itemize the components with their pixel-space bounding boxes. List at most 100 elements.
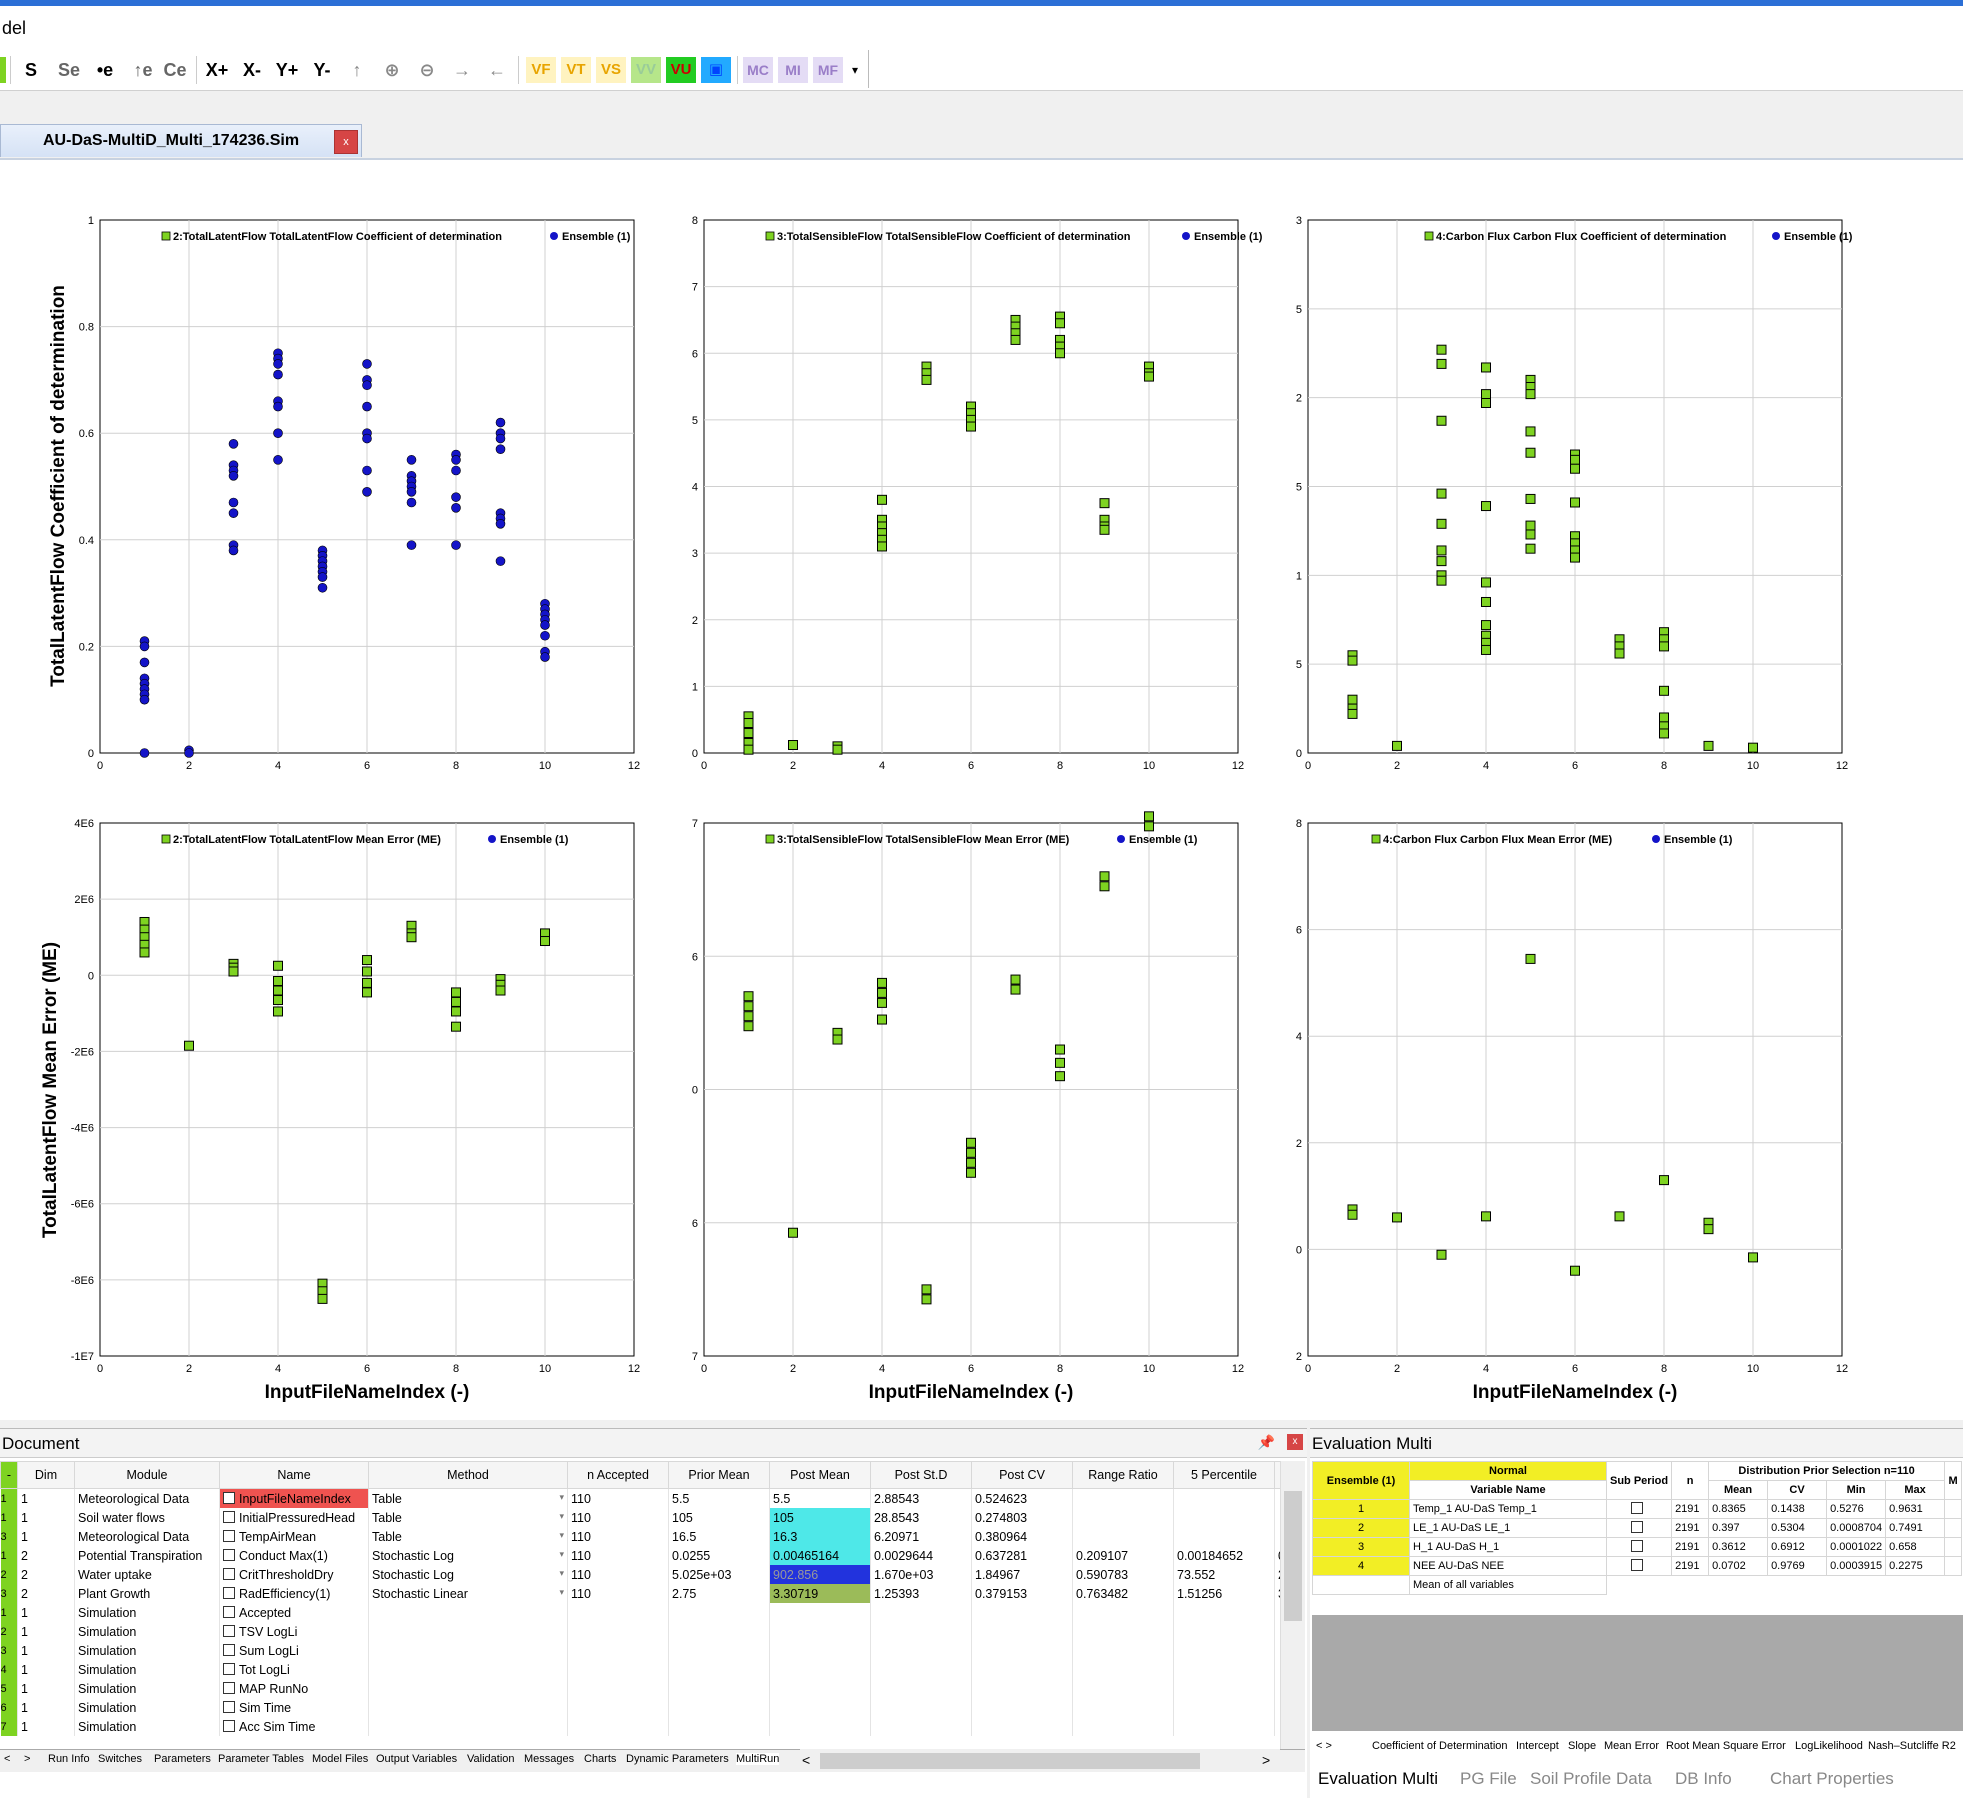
table-row[interactable]: 5 1 Simulation MAP RunNo (0, 1679, 1296, 1698)
module-cell[interactable]: Simulation (74, 1641, 220, 1660)
data-point[interactable] (1099, 881, 1110, 892)
data-point[interactable] (451, 540, 461, 550)
data-point[interactable] (1570, 497, 1580, 508)
vu-button[interactable]: VU (666, 57, 696, 83)
data-point[interactable] (1525, 953, 1536, 964)
eval-mean[interactable]: 0.8365 (1708, 1499, 1769, 1519)
import-icon[interactable]: ← (482, 57, 512, 83)
data-point[interactable] (1748, 1252, 1758, 1263)
data-point[interactable] (966, 421, 976, 432)
data-point[interactable] (139, 657, 150, 668)
eval-cv[interactable]: 0.5304 (1767, 1518, 1828, 1538)
eval-variable-name[interactable]: LE_1 AU-DaS LE_1 (1409, 1518, 1607, 1538)
eval-index[interactable]: 4 (1312, 1556, 1410, 1576)
eval-min[interactable]: 0.5276 (1826, 1499, 1887, 1519)
percentile-cell[interactable] (1173, 1641, 1275, 1660)
data-point[interactable] (877, 541, 887, 552)
prior-mean-cell[interactable]: 0.0255 (668, 1546, 770, 1565)
post-mean-cell[interactable] (769, 1660, 871, 1679)
data-point[interactable] (1055, 348, 1065, 359)
module-cell[interactable]: Simulation (74, 1679, 220, 1698)
col-name[interactable]: Name (219, 1461, 369, 1489)
data-point[interactable] (1436, 344, 1447, 355)
tab-intercept[interactable]: Intercept (1516, 1740, 1559, 1752)
eval-mean[interactable]: 0.3612 (1708, 1537, 1769, 1557)
y-zoom-in-button[interactable]: Y+ (272, 57, 302, 83)
tab-sim-document[interactable]: AU-DaS-MultiD_Multi_174236.Sim x (0, 124, 362, 157)
data-point[interactable] (1144, 371, 1154, 382)
col-module[interactable]: Module (74, 1461, 220, 1489)
data-point[interactable] (362, 401, 372, 412)
tab-parameters[interactable]: Parameters (154, 1753, 211, 1765)
data-point[interactable] (1144, 821, 1154, 832)
prior-mean-cell[interactable]: 105 (668, 1508, 770, 1527)
post-std-cell[interactable] (870, 1622, 972, 1641)
dim-cell[interactable]: 2 (17, 1546, 75, 1565)
col-post-std[interactable]: Post St.D (870, 1461, 972, 1489)
data-point[interactable] (273, 985, 283, 996)
tool-se-button[interactable]: Se (54, 57, 84, 83)
data-point[interactable] (1525, 389, 1536, 400)
module-cell[interactable]: Simulation (74, 1660, 220, 1679)
eval-mean[interactable]: 0.397 (1708, 1518, 1769, 1538)
n-accepted-cell[interactable] (567, 1622, 669, 1641)
data-point[interactable] (743, 728, 754, 739)
tab-nash-sutcliffe[interactable]: Nash–Sutcliffe R2 (1868, 1740, 1956, 1752)
post-cv-cell[interactable] (971, 1717, 1073, 1736)
sub-period-checkbox[interactable] (1631, 1559, 1644, 1571)
data-point[interactable] (362, 359, 372, 369)
row-index[interactable]: 3 (0, 1527, 18, 1546)
eval-sub-period[interactable] (1605, 1499, 1673, 1519)
post-mean-cell[interactable] (769, 1603, 871, 1622)
prior-mean-cell[interactable]: 2.75 (668, 1584, 770, 1603)
data-point[interactable] (495, 985, 506, 996)
sub-period-checkbox[interactable] (1631, 1521, 1644, 1533)
prior-mean-cell[interactable] (668, 1603, 770, 1622)
data-point[interactable] (1144, 811, 1154, 822)
post-cv-cell[interactable] (971, 1679, 1073, 1698)
data-point[interactable] (1659, 685, 1669, 696)
data-point[interactable] (362, 433, 372, 444)
eval-mean[interactable]: 0.0702 (1708, 1556, 1769, 1576)
method-cell[interactable]: Table ▾ (368, 1508, 568, 1527)
method-cell[interactable] (368, 1679, 568, 1698)
range-ratio-cell[interactable] (1072, 1603, 1174, 1622)
n-accepted-cell[interactable] (567, 1641, 669, 1660)
tab-validation[interactable]: Validation (467, 1753, 515, 1765)
name-cell[interactable]: MAP RunNo (219, 1679, 369, 1698)
dim-cell[interactable]: 1 (17, 1603, 75, 1622)
data-point[interactable] (139, 641, 150, 652)
percentile-cell[interactable] (1173, 1717, 1275, 1736)
checkbox[interactable] (223, 1624, 235, 1637)
data-point[interactable] (273, 960, 283, 971)
dropdown-icon[interactable]: ▾ (559, 1492, 564, 1503)
row-index[interactable]: 1 (0, 1603, 18, 1622)
vs-button[interactable]: VS (596, 57, 626, 83)
post-mean-cell[interactable] (769, 1698, 871, 1717)
n-accepted-cell[interactable] (567, 1717, 669, 1736)
data-point[interactable] (1614, 1211, 1625, 1222)
eval-cv[interactable]: 0.9769 (1767, 1556, 1828, 1576)
name-cell[interactable]: Conduct Max(1) (219, 1546, 369, 1565)
export-icon[interactable]: → (447, 57, 477, 83)
eval-max[interactable]: 0.9631 (1885, 1499, 1946, 1519)
data-point[interactable] (273, 401, 283, 412)
data-point[interactable] (1436, 545, 1447, 556)
checkbox[interactable] (223, 1510, 235, 1523)
post-std-cell[interactable] (870, 1679, 972, 1698)
data-point[interactable] (1570, 463, 1580, 474)
post-std-cell[interactable]: 1.670e+03 (870, 1565, 972, 1584)
data-point[interactable] (1659, 641, 1669, 652)
data-point[interactable] (228, 497, 239, 508)
data-point[interactable] (1436, 1249, 1447, 1260)
post-mean-cell[interactable] (769, 1641, 871, 1660)
tab-coefficient-of-determination[interactable]: Coefficient of Determination (1372, 1740, 1508, 1752)
data-point[interactable] (877, 997, 887, 1008)
method-cell[interactable] (368, 1717, 568, 1736)
method-cell[interactable]: Table ▾ (368, 1527, 568, 1546)
post-std-cell[interactable]: 1.25393 (870, 1584, 972, 1603)
col-range-ratio[interactable]: Range Ratio (1072, 1461, 1174, 1489)
name-cell[interactable]: RadEfficiency(1) (219, 1584, 369, 1603)
eval-index[interactable]: 1 (1312, 1499, 1410, 1519)
post-cv-cell[interactable]: 0.637281 (971, 1546, 1073, 1565)
